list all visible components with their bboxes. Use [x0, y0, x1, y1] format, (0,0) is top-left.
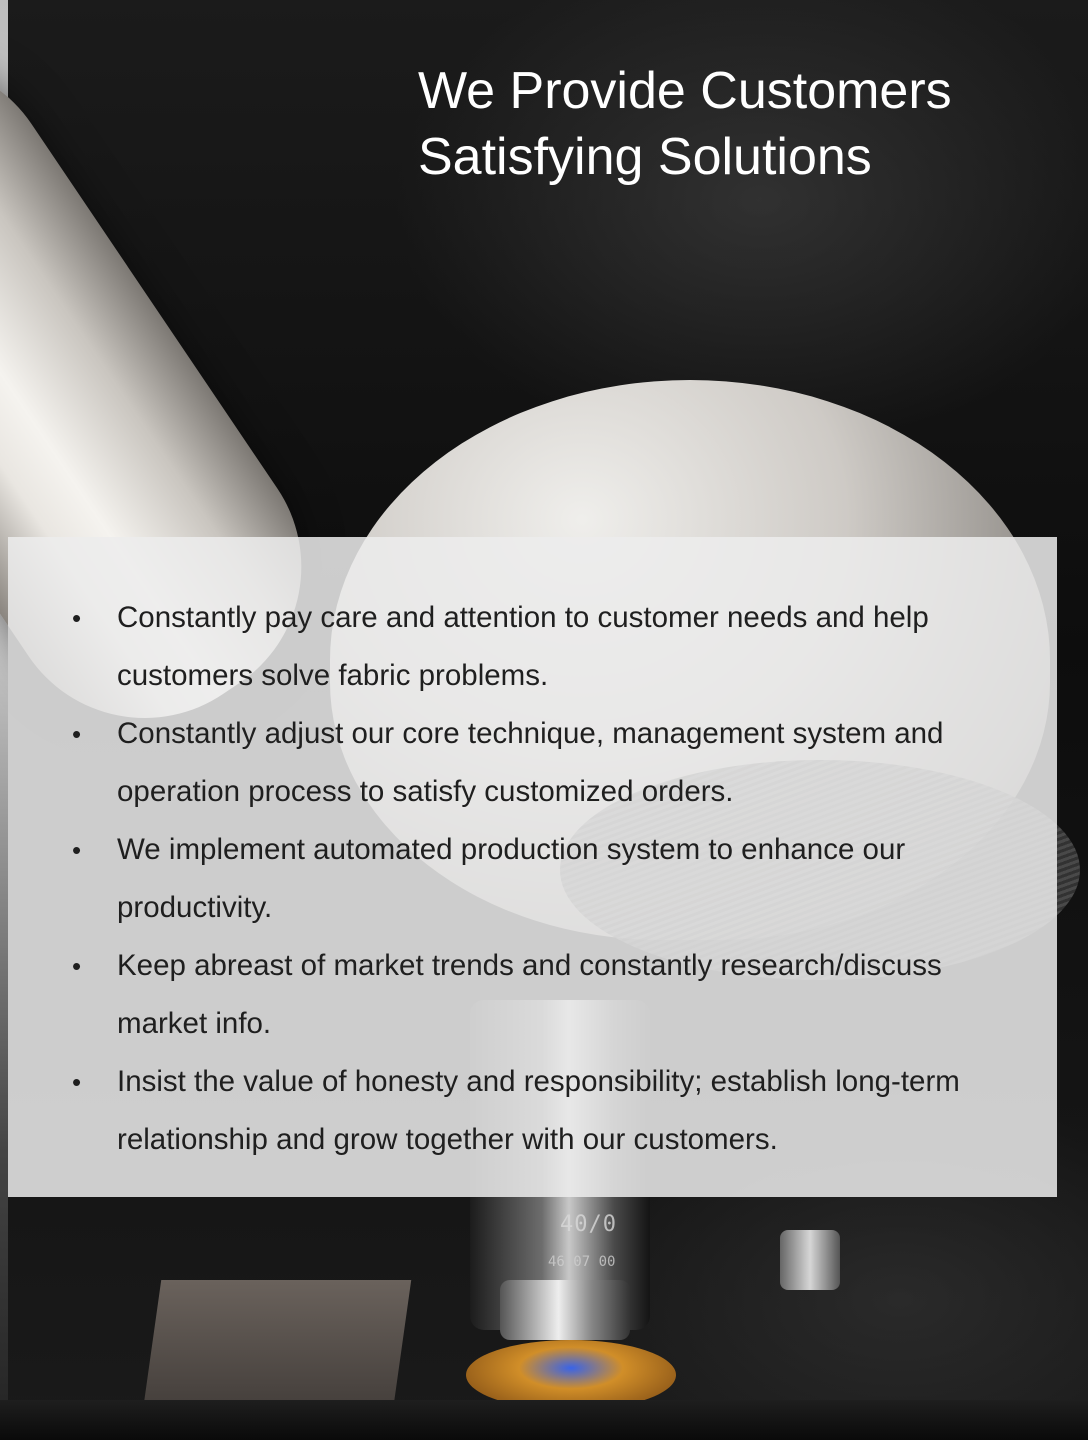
objective-tip-image	[500, 1280, 630, 1340]
floor-shadow	[0, 1400, 1088, 1440]
lens-serial: 46 07 00	[548, 1254, 616, 1270]
list-item: Constantly adjust our core technique, ma…	[72, 705, 972, 821]
page-title: We Provide Customers Satisfying Solution…	[418, 58, 1058, 190]
title-line-1: We Provide Customers	[418, 62, 952, 120]
list-item: Constantly pay care and attention to cus…	[72, 589, 972, 705]
stage-knob-image	[780, 1230, 840, 1290]
list-item: Keep abreast of market trends and consta…	[72, 937, 972, 1053]
list-item: Insist the value of honesty and responsi…	[72, 1053, 972, 1169]
page: 40/0 46 07 00 We Provide Customers Satis…	[0, 0, 1088, 1440]
lens-marking: 40/0	[560, 1212, 617, 1237]
title-line-2: Satisfying Solutions	[418, 128, 872, 187]
solutions-list: Constantly pay care and attention to cus…	[72, 589, 972, 1169]
list-item: We implement automated production system…	[72, 821, 972, 937]
content-panel: Constantly pay care and attention to cus…	[8, 537, 1057, 1197]
